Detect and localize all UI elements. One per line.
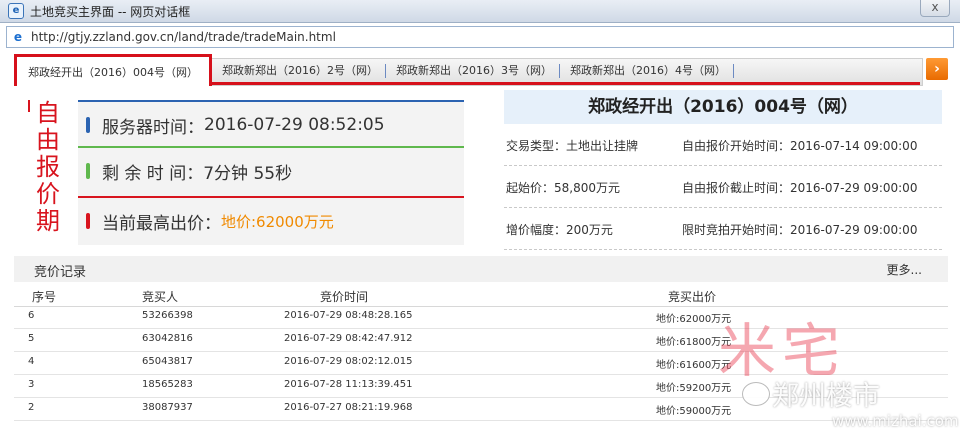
auction-start-time: 限时竞拍开始时间：2016-07-29 09:00:00 [682,223,918,237]
remaining-row: 剩 余 时 间： 7分钟 55秒 [78,146,464,194]
status-panel: 服务器时间： 2016-07-29 08:52:05 剩 余 时 间： 7分钟 … [78,100,464,245]
top-bid-value: 地价:62000万元 [221,212,334,231]
tab-label: 郑政经开出（2016）004号（网） [28,66,198,79]
tab-lot-3[interactable]: 郑政新郑出（2016）3号（网） [388,58,560,84]
table-header: 序号 竞买人 竞价时间 竞买出价 [14,284,948,307]
row-price: 地价:59000万元 [656,406,732,417]
records-title: 竞价记录 [34,265,87,280]
phase-label: 自由报价期 [36,99,60,235]
lot-tabs: 郑政经开出（2016）004号（网） 郑政新郑出（2016）2号（网） 郑政新郑… [14,54,946,86]
address-bar[interactable]: e http://gtjy.zzland.gov.cn/land/trade/t… [6,26,954,48]
tab-lot-004[interactable]: 郑政经开出（2016）004号（网） [14,54,212,86]
row-price: 地价:59200万元 [656,383,732,394]
close-button[interactable]: x [920,0,950,17]
row-no: 3 [28,379,35,390]
row-price: 地价:61800万元 [656,337,732,348]
col-price: 竞买出价 [668,290,717,304]
phase-marker [28,100,30,112]
tab-label: 郑政新郑出（2016）4号（网） [570,64,726,77]
col-time: 竞价时间 [320,290,369,304]
row-bidder: 53266398 [142,310,193,321]
records-header: 竞价记录 更多... [14,256,948,282]
row-bidder: 18565283 [142,379,193,390]
ie-icon: e [13,30,23,44]
info-row: 起始价：58,800万元 自由报价截止时间：2016-07-29 09:00:0… [504,166,942,208]
server-time-label: 服务器时间： [102,117,204,138]
info-row: 交易类型：土地出让挂牌 自由报价开始时间：2016-07-14 09:00:00 [504,124,942,166]
tab-lot-4[interactable]: 郑政新郑出（2016）4号（网） [562,58,734,84]
start-price: 起始价：58,800万元 [506,181,620,195]
row-bidder: 63042816 [142,333,193,344]
row-price: 地价:62000万元 [656,314,732,325]
free-end-time: 自由报价截止时间：2016-07-29 09:00:00 [682,181,918,195]
increment: 增价幅度：200万元 [506,223,613,237]
green-bullet [86,163,90,179]
row-time: 2016-07-29 08:42:47.912 [284,333,413,344]
row-time: 2016-07-29 08:48:28.165 [284,310,413,321]
remaining-value: 7分钟 55秒 [203,163,293,184]
top-bid-label: 当前最高出价： [102,213,221,234]
bid-records: 竞价记录 更多... 序号 竞买人 竞价时间 竞买出价 6 53266398 2… [14,256,948,444]
row-bidder: 65043817 [142,356,193,367]
free-start-time: 自由报价开始时间：2016-07-14 09:00:00 [682,139,918,153]
row-time: 2016-07-28 11:13:39.451 [284,379,413,390]
trade-type: 交易类型：土地出让挂牌 [506,139,639,153]
table-row: 3 18565283 2016-07-28 11:13:39.451 地价:59… [14,375,948,398]
info-row: 增价幅度：200万元 限时竞拍开始时间：2016-07-29 09:00:00 [504,208,942,250]
table-row: 2 38087937 2016-07-27 08:21:19.968 地价:59… [14,398,948,421]
table-row: 4 65043817 2016-07-29 08:02:12.015 地价:61… [14,352,948,375]
row-bidder: 38087937 [142,402,193,413]
address-url[interactable]: http://gtjy.zzland.gov.cn/land/trade/tra… [31,30,336,44]
table-row: 6 53266398 2016-07-29 08:48:28.165 地价:62… [14,306,948,329]
lot-info: 郑政经开出（2016）004号（网） 交易类型：土地出让挂牌 自由报价开始时间：… [504,90,942,250]
remaining-label: 剩 余 时 间： [102,163,204,184]
col-bidder: 竞买人 [142,290,179,304]
window-titlebar: e 土地竞买主界面 -- 网页对话框 x [0,0,960,23]
top-bid-row: 当前最高出价： 地价:62000万元 [78,196,464,244]
next-tabs-button[interactable]: › [926,58,948,80]
row-time: 2016-07-27 08:21:19.968 [284,402,413,413]
server-time-value: 2016-07-29 08:52:05 [204,115,385,135]
tab-label: 郑政新郑出（2016）2号（网） [222,64,378,77]
red-bullet [86,213,90,229]
row-no: 6 [28,310,35,321]
lot-title: 郑政经开出（2016）004号（网） [504,90,942,124]
row-time: 2016-07-29 08:02:12.015 [284,356,413,367]
tab-underline [212,82,920,85]
window-title: 土地竞买主界面 -- 网页对话框 [30,4,191,19]
table-row: 5 63042816 2016-07-29 08:42:47.912 地价:61… [14,329,948,352]
blue-bullet [86,117,90,133]
row-no: 5 [28,333,35,344]
tab-label: 郑政新郑出（2016）3号（网） [396,64,552,77]
row-no: 4 [28,356,35,367]
col-no: 序号 [32,290,57,304]
tab-lot-2[interactable]: 郑政新郑出（2016）2号（网） [214,58,386,84]
more-link[interactable]: 更多... [887,261,922,278]
row-no: 2 [28,402,35,413]
ie-page-icon: e [8,3,24,19]
server-time-row: 服务器时间： 2016-07-29 08:52:05 [78,100,464,148]
row-price: 地价:61600万元 [656,360,732,371]
